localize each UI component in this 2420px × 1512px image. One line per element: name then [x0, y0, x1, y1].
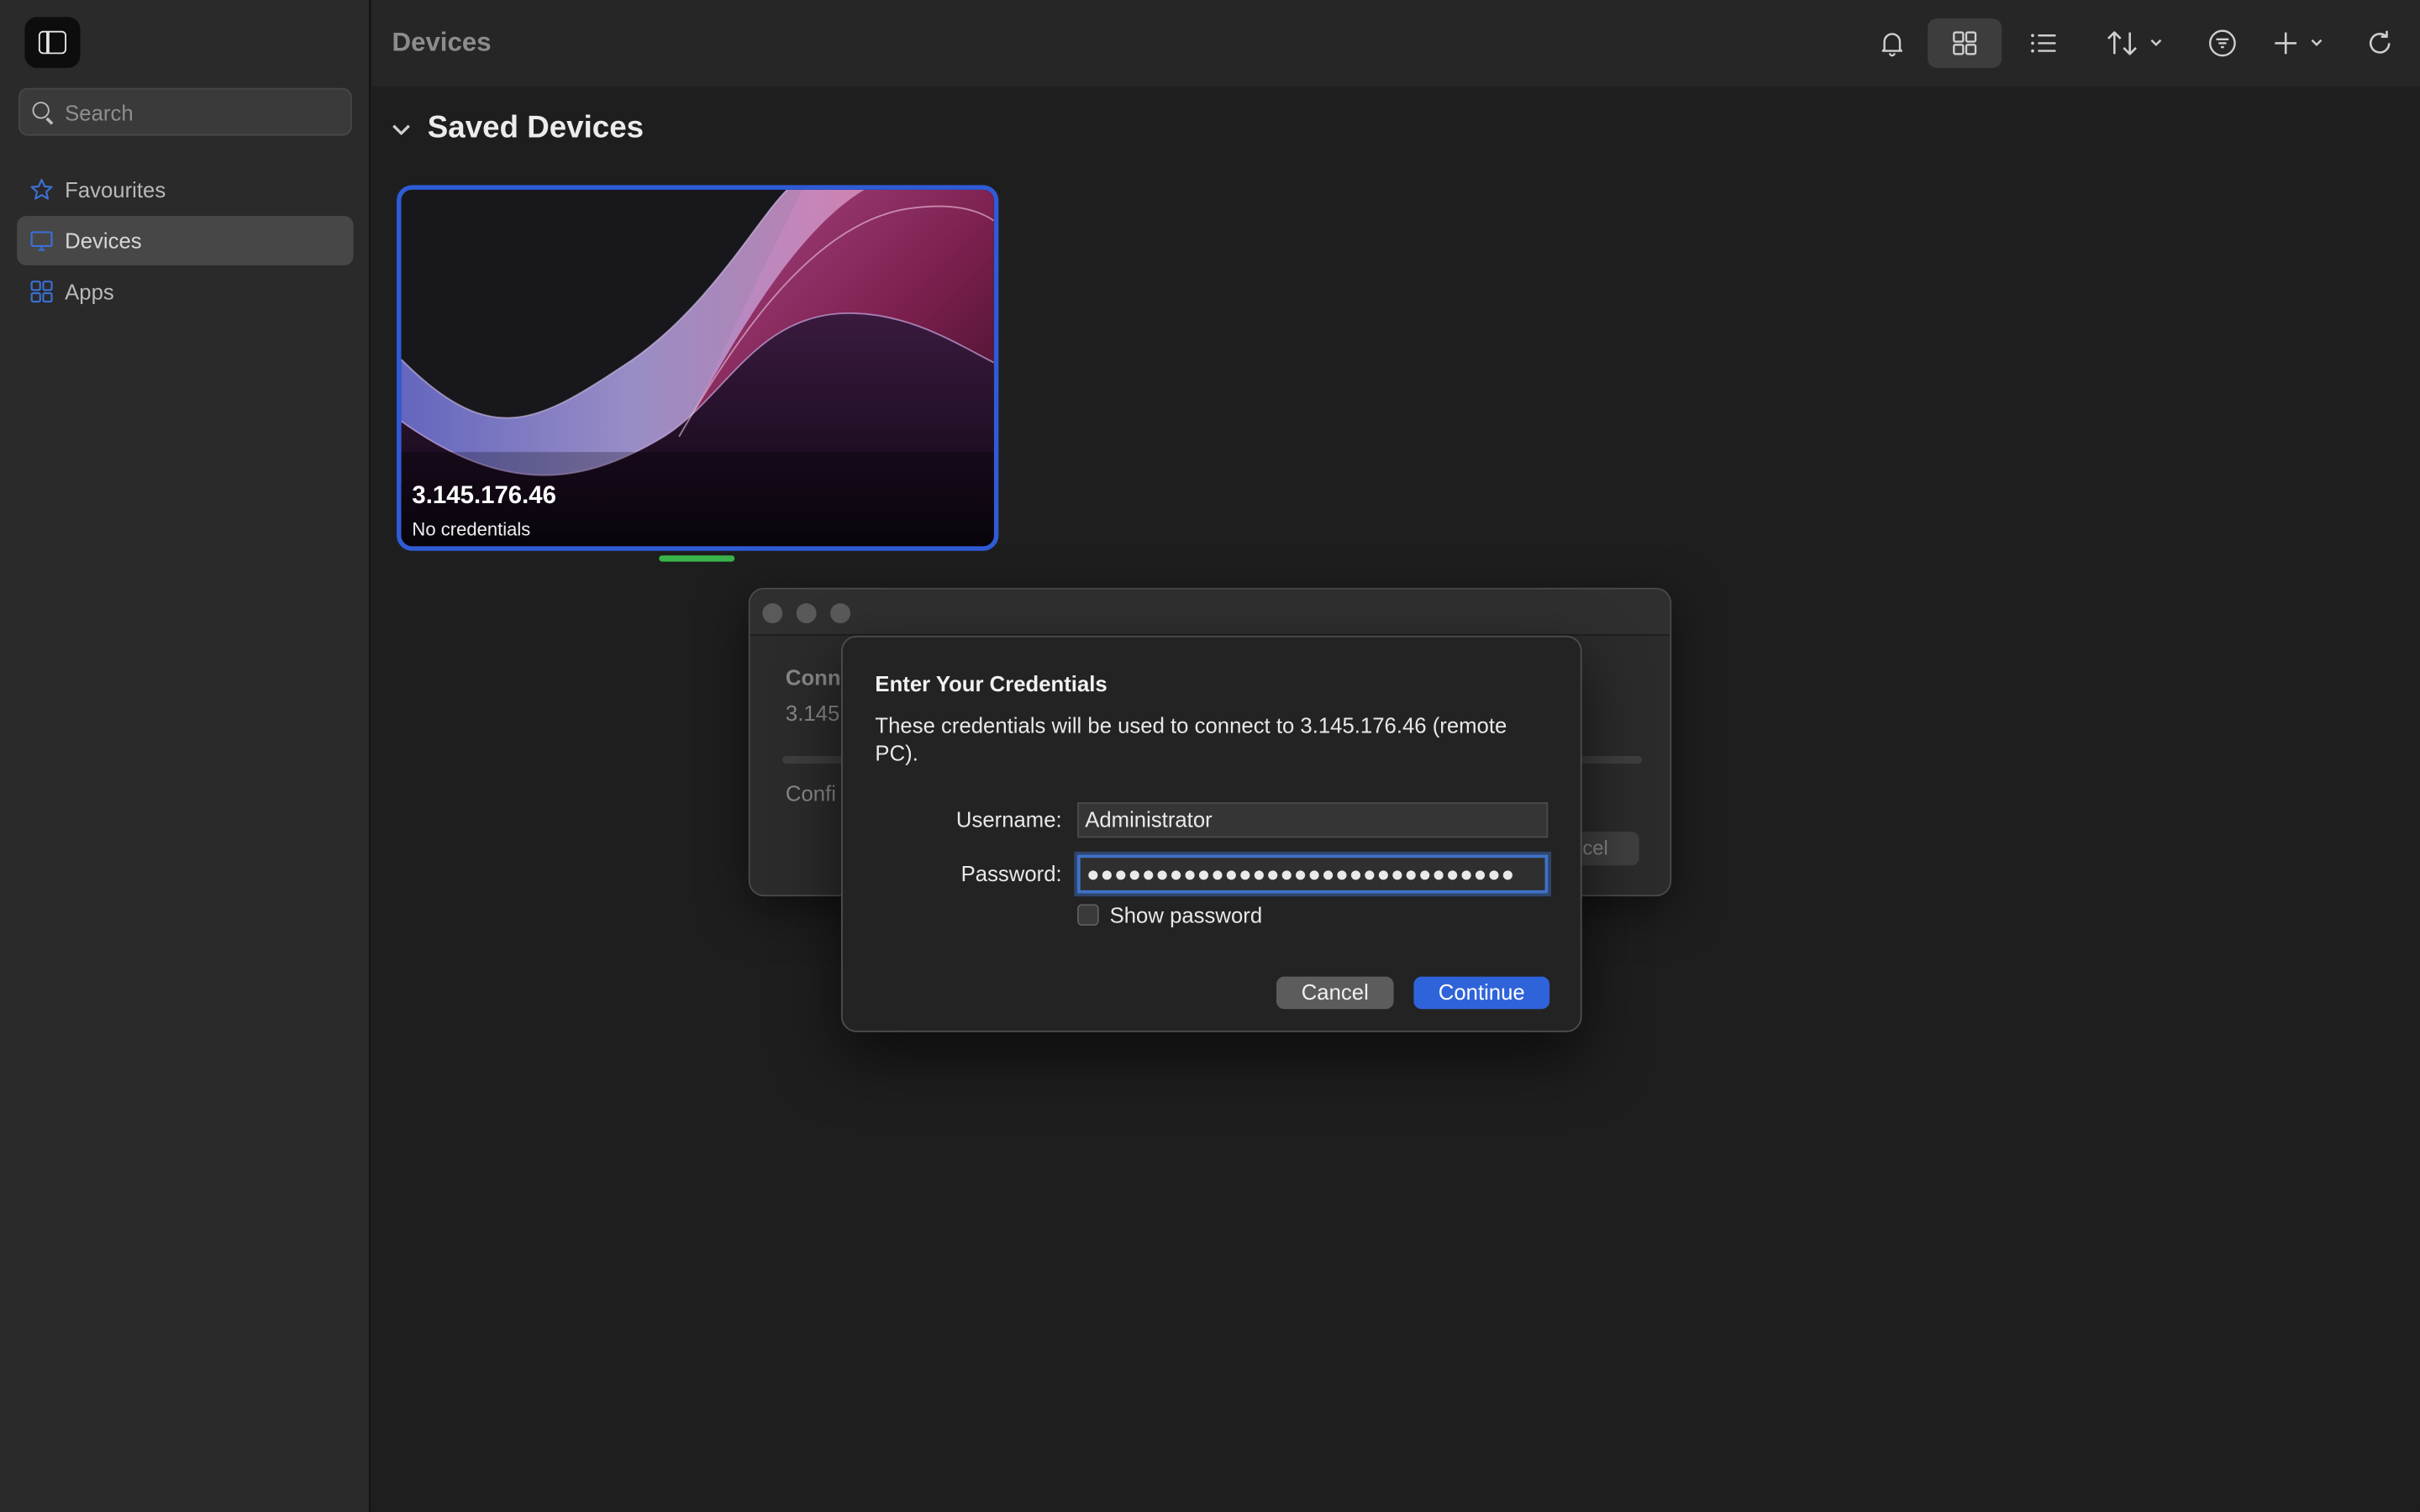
- device-status: No credentials: [412, 518, 531, 540]
- sort-icon: [2107, 31, 2162, 55]
- refresh-icon: [2369, 30, 2391, 54]
- password-label: Password:: [960, 860, 1062, 886]
- window-close-button[interactable]: [762, 603, 783, 624]
- list-view-button[interactable]: [2020, 18, 2066, 68]
- credentials-dialog: Enter Your Credentials These credentials…: [841, 635, 1582, 1032]
- connection-title: Conn: [785, 664, 841, 690]
- continue-button[interactable]: Continue: [1413, 976, 1550, 1010]
- section-title: Saved Devices: [427, 111, 644, 145]
- sidebar-item-favourites[interactable]: Favourites: [17, 165, 353, 215]
- sidebar-item-devices[interactable]: Devices: [17, 216, 354, 265]
- window-zoom-button[interactable]: [830, 603, 851, 624]
- sidebar: Favourites Devices Apps: [0, 0, 371, 1512]
- show-password-label[interactable]: Show password: [1110, 902, 1263, 927]
- add-button[interactable]: [2270, 18, 2332, 68]
- filter-button[interactable]: [2202, 18, 2243, 68]
- device-ip: 3.145.176.46: [412, 482, 556, 510]
- apps-grid-icon: [30, 281, 53, 303]
- sidebar-toggle-icon[interactable]: [24, 17, 81, 68]
- filter-icon: [2209, 29, 2236, 57]
- window-minimize-button[interactable]: [796, 603, 817, 624]
- password-field[interactable]: ●●●●●●●●●●●●●●●●●●●●●●●●●●●●●●●: [1077, 854, 1549, 894]
- search-icon: [32, 102, 50, 119]
- list-view-icon: [2031, 34, 2056, 53]
- star-icon: [30, 178, 53, 200]
- search-field[interactable]: [18, 87, 352, 136]
- toolbar: Devices: [371, 0, 2420, 87]
- notifications-button[interactable]: [1872, 18, 1912, 68]
- monitor-icon: [30, 231, 53, 251]
- sidebar-item-label: Favourites: [65, 177, 166, 202]
- connection-status: Confi: [785, 780, 836, 806]
- page-title: Devices: [392, 28, 492, 57]
- chevron-down-icon: [392, 123, 410, 134]
- device-card[interactable]: 3.145.176.46 No credentials: [397, 185, 999, 551]
- sidebar-item-label: Devices: [65, 228, 142, 254]
- sort-button[interactable]: [2103, 18, 2171, 68]
- grid-view-button[interactable]: [1928, 18, 2002, 68]
- grid-view-icon: [1953, 31, 1977, 55]
- bell-icon: [1881, 33, 1903, 57]
- search-input[interactable]: [65, 89, 343, 134]
- section-header-saved-devices[interactable]: Saved Devices: [391, 111, 644, 146]
- connection-address: 3.145: [785, 700, 840, 726]
- sidebar-item-label: Apps: [65, 279, 114, 304]
- main-content: Devices Saved Devices 3.145.176.46 No cr…: [371, 0, 2420, 1512]
- dialog-title: Enter Your Credentials: [875, 670, 1107, 696]
- show-password-checkbox[interactable]: [1077, 904, 1099, 927]
- dialog-description: These credentials will be used to connec…: [875, 712, 1507, 766]
- sidebar-item-apps[interactable]: Apps: [17, 267, 353, 317]
- username-label: Username:: [955, 806, 1062, 832]
- username-field[interactable]: Administrator: [1077, 802, 1549, 838]
- cancel-button[interactable]: Cancel: [1276, 976, 1394, 1010]
- window-titlebar: [750, 589, 1670, 636]
- add-icon: [2275, 32, 2323, 55]
- connection-progress-indicator: [659, 555, 735, 562]
- refresh-button[interactable]: [2360, 18, 2400, 68]
